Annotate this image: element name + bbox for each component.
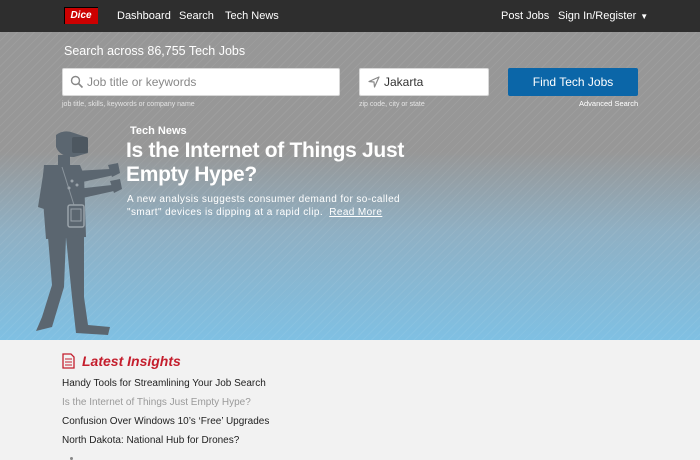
search-icon — [70, 75, 84, 89]
dice-logo[interactable]: Dice — [64, 7, 98, 24]
location-field[interactable] — [359, 68, 489, 96]
nav-tech-news[interactable]: Tech News — [225, 10, 279, 22]
featured-article-title[interactable]: Is the Internet of Things Just Empty Hyp… — [126, 139, 416, 187]
keywords-input[interactable] — [87, 69, 333, 95]
nav-search[interactable]: Search — [179, 10, 214, 22]
document-icon — [62, 353, 75, 369]
search-heading: Search across 86,755 Tech Jobs — [64, 44, 246, 58]
find-tech-jobs-button[interactable]: Find Tech Jobs — [508, 68, 638, 96]
top-nav: Dice Dashboard Search Tech News Post Job… — [0, 0, 700, 32]
insight-link[interactable]: North Dakota: National Hub for Drones? — [62, 435, 239, 446]
vr-headset-person-illustration — [36, 131, 122, 335]
insight-link[interactable]: Is the Internet of Things Just Empty Hyp… — [62, 397, 251, 408]
advanced-search-link[interactable]: Advanced Search — [579, 99, 638, 108]
insight-link[interactable]: Handy Tools for Streamlining Your Job Se… — [62, 378, 266, 389]
insights-title: Latest Insights — [82, 353, 181, 369]
insight-link[interactable]: Confusion Over Windows 10’s ‘Free’ Upgra… — [62, 416, 269, 427]
keywords-hint: job title, skills, keywords or company n… — [62, 101, 195, 108]
location-hint: zip code, city or state — [359, 101, 425, 108]
insights-header: Latest Insights — [62, 353, 181, 374]
sign-in-label: Sign In/Register — [558, 10, 637, 22]
nav-post-jobs[interactable]: Post Jobs — [501, 10, 549, 22]
location-arrow-icon — [368, 76, 380, 88]
latest-insights-section: Latest Insights Handy Tools for Streamli… — [0, 340, 700, 460]
featured-article-summary: A new analysis suggests consumer demand … — [127, 193, 417, 219]
hero-banner: Search across 86,755 Tech Jobs job title… — [0, 32, 700, 340]
chevron-down-icon: ▼ — [640, 12, 649, 21]
news-category: Tech News — [130, 125, 187, 137]
keywords-field[interactable] — [62, 68, 340, 96]
location-input[interactable] — [384, 69, 482, 95]
nav-dashboard[interactable]: Dashboard — [117, 10, 171, 22]
nav-sign-in[interactable]: Sign In/Register ▼ — [558, 10, 648, 22]
read-more-link[interactable]: Read More — [329, 207, 382, 218]
